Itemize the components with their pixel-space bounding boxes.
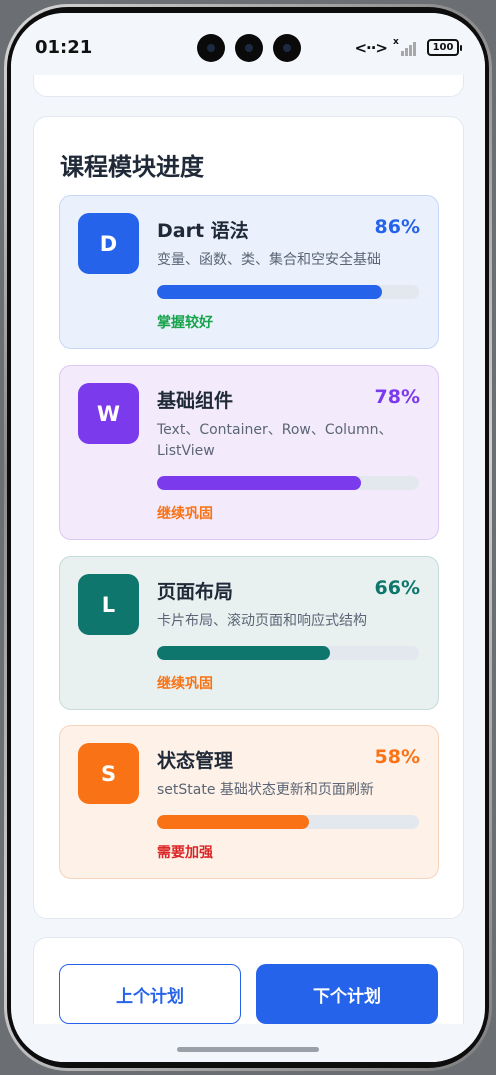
module-percent: 86%: [374, 216, 420, 238]
module-avatar: S: [78, 743, 139, 804]
module-name: 页面布局: [157, 581, 234, 603]
status-bar: 01:21 <··> x 100: [11, 13, 485, 75]
progress-fill: [157, 815, 309, 829]
progress-track: [157, 476, 419, 490]
module-percent: 66%: [374, 577, 420, 599]
signal-bar: [405, 48, 408, 56]
module-description: 变量、函数、类、集合和空安全基础: [157, 252, 381, 268]
progress-track: [157, 646, 419, 660]
module-percent: 78%: [374, 386, 420, 408]
camera-lens-icon: [235, 34, 263, 62]
progress-fill: [157, 476, 362, 490]
module-status: 需要加强: [157, 845, 213, 861]
module-progress-card: 课程模块进度 D Dart 语法 86% 变量、函数、类、集合和空安全基础 掌握…: [33, 116, 464, 919]
module-name: 状态管理: [157, 750, 234, 772]
section-title: 课程模块进度: [60, 153, 204, 181]
module-status: 掌握较好: [157, 315, 213, 331]
signal-bar: [401, 51, 404, 56]
module-card-state[interactable]: S 状态管理 58% setState 基础状态更新和页面刷新 需要加强: [59, 725, 439, 879]
camera-lens-icon: [197, 34, 225, 62]
signal-bar: [409, 45, 412, 56]
data-link-icon: <··>: [354, 39, 388, 57]
module-avatar: L: [78, 574, 139, 635]
module-percent: 58%: [374, 746, 420, 768]
signal-icon: x: [393, 37, 419, 56]
module-avatar: W: [78, 383, 139, 444]
progress-track: [157, 285, 419, 299]
progress-track: [157, 815, 419, 829]
signal-bar: [413, 42, 416, 56]
status-time: 01:21: [35, 37, 93, 58]
progress-fill: [157, 646, 330, 660]
camera-lens-icon: [273, 34, 301, 62]
no-signal-mark: x: [393, 37, 399, 47]
status-indicators: <··> x 100: [329, 37, 462, 58]
module-status: 继续巩固: [157, 676, 213, 692]
next-plan-button[interactable]: 下个计划: [256, 964, 438, 1024]
home-indicator[interactable]: [177, 1047, 319, 1052]
previous-plan-button[interactable]: 上个计划: [59, 964, 241, 1024]
module-status: 继续巩固: [157, 506, 213, 522]
module-name: 基础组件: [157, 390, 234, 412]
module-card-dart[interactable]: D Dart 语法 86% 变量、函数、类、集合和空安全基础 掌握较好: [59, 195, 439, 349]
module-card-widgets[interactable]: W 基础组件 78% Text、Container、Row、Column、Lis…: [59, 365, 439, 540]
progress-fill: [157, 285, 383, 299]
module-card-layout[interactable]: L 页面布局 66% 卡片布局、滚动页面和响应式结构 继续巩固: [59, 556, 439, 710]
module-name: Dart 语法: [157, 220, 249, 242]
module-avatar: D: [78, 213, 139, 274]
scroll-content[interactable]: 课程模块进度 D Dart 语法 86% 变量、函数、类、集合和空安全基础 掌握…: [11, 13, 485, 1062]
battery-icon: 100: [427, 39, 462, 56]
module-description: Text、Container、Row、Column、ListView: [157, 422, 393, 459]
screen: 课程模块进度 D Dart 语法 86% 变量、函数、类、集合和空安全基础 掌握…: [11, 13, 485, 1062]
module-description: 卡片布局、滚动页面和响应式结构: [157, 613, 367, 629]
module-description: setState 基础状态更新和页面刷新: [157, 782, 374, 798]
bottom-safe-area: [11, 1024, 485, 1062]
